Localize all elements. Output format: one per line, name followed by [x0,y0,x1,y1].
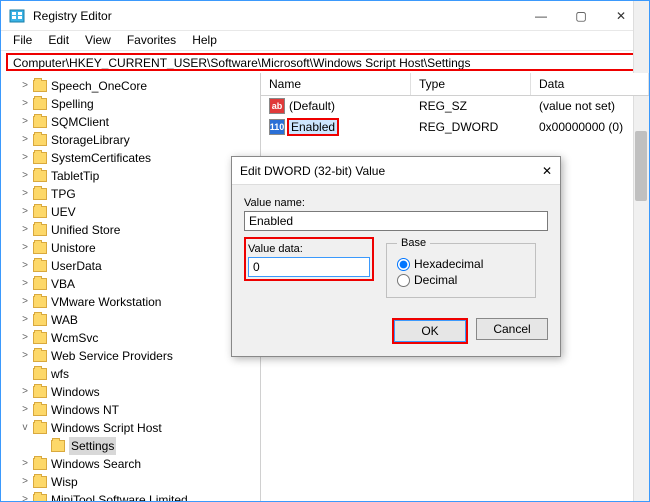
tree-item[interactable]: >MiniTool Software Limited [19,491,260,501]
tree-item[interactable]: >Wisp [19,473,260,491]
folder-icon [33,476,47,488]
folder-icon [33,80,47,92]
folder-icon [33,494,47,501]
base-legend: Base [397,237,430,249]
list-row[interactable]: 110EnabledREG_DWORD0x00000000 (0) [261,116,649,138]
menubar: File Edit View Favorites Help [1,31,649,51]
tree-item[interactable]: >WcmSvc [19,329,260,347]
tree-item[interactable]: >VMware Workstation [19,293,260,311]
value-name-label: Value name: [244,197,548,209]
tree-item[interactable]: >VBA [19,275,260,293]
col-header-type[interactable]: Type [411,73,531,95]
radio-dec-label: Decimal [414,273,457,287]
folder-icon [33,296,47,308]
string-value-icon: ab [269,98,285,114]
value-data-field[interactable] [248,257,370,277]
menu-view[interactable]: View [79,33,117,48]
folder-icon [33,314,47,326]
value-name-field [244,211,548,231]
window-title: Registry Editor [33,9,521,23]
tree-item[interactable]: Settings [37,437,260,455]
tree-item[interactable]: >Speech_OneCore [19,77,260,95]
tree-item[interactable]: vWindows Script Host [19,419,260,437]
col-header-name[interactable]: Name [261,73,411,95]
col-header-data[interactable]: Data [531,73,649,95]
tree-item[interactable]: >WAB [19,311,260,329]
ok-button[interactable]: OK [394,320,466,342]
tree-item[interactable]: >Unified Store [19,221,260,239]
tree-item[interactable]: >TabletTip [19,167,260,185]
tree-item[interactable]: >StorageLibrary [19,131,260,149]
value-data-label: Value data: [248,243,370,255]
cancel-button[interactable]: Cancel [476,318,548,340]
tree-item[interactable]: >TPG [19,185,260,203]
menu-file[interactable]: File [7,33,38,48]
radio-hex-label: Hexadecimal [414,257,483,271]
folder-icon [33,386,47,398]
maximize-button[interactable]: ▢ [561,2,601,30]
folder-icon [33,404,47,416]
tree-item[interactable]: >Windows [19,383,260,401]
folder-icon [33,116,47,128]
radio-hex[interactable] [397,258,410,271]
menu-help[interactable]: Help [186,33,223,48]
folder-icon [33,368,47,380]
folder-icon [33,350,47,362]
list-row[interactable]: ab(Default)REG_SZ(value not set) [261,96,649,116]
tree-item[interactable]: >Windows NT [19,401,260,419]
folder-icon [33,332,47,344]
menu-favorites[interactable]: Favorites [121,33,182,48]
folder-icon [33,98,47,110]
folder-icon [33,170,47,182]
tree-item[interactable]: >Web Service Providers [19,347,260,365]
folder-icon [33,242,47,254]
dword-value-icon: 110 [269,119,285,135]
folder-icon [33,152,47,164]
address-text[interactable]: Computer\HKEY_CURRENT_USER\Software\Micr… [11,56,639,68]
base-group: Base Hexadecimal Decimal [386,237,536,298]
address-bar[interactable]: Computer\HKEY_CURRENT_USER\Software\Micr… [6,53,644,71]
tree-item[interactable]: >Unistore [19,239,260,257]
tree-item[interactable]: >Windows Search [19,455,260,473]
folder-icon [33,188,47,200]
folder-icon [33,224,47,236]
folder-icon [33,422,47,434]
folder-icon [33,278,47,290]
tree-item[interactable]: >UEV [19,203,260,221]
folder-icon [33,458,47,470]
folder-icon [33,260,47,272]
regedit-icon [9,8,25,24]
folder-icon [51,440,65,452]
dialog-close-icon[interactable]: ✕ [542,164,552,178]
folder-icon [33,134,47,146]
minimize-button[interactable]: — [521,2,561,30]
menu-edit[interactable]: Edit [42,33,75,48]
radio-dec[interactable] [397,274,410,287]
folder-icon [33,206,47,218]
edit-dword-dialog: Edit DWORD (32-bit) Value ✕ Value name: … [231,156,561,357]
tree-item[interactable]: >UserData [19,257,260,275]
tree-item[interactable]: >SystemCertificates [19,149,260,167]
tree-view[interactable]: >Speech_OneCore>Spelling>SQMClient>Stora… [1,73,261,501]
tree-item[interactable]: wfs [19,365,260,383]
dialog-title: Edit DWORD (32-bit) Value [240,164,542,178]
tree-item[interactable]: >SQMClient [19,113,260,131]
tree-item[interactable]: >Spelling [19,95,260,113]
